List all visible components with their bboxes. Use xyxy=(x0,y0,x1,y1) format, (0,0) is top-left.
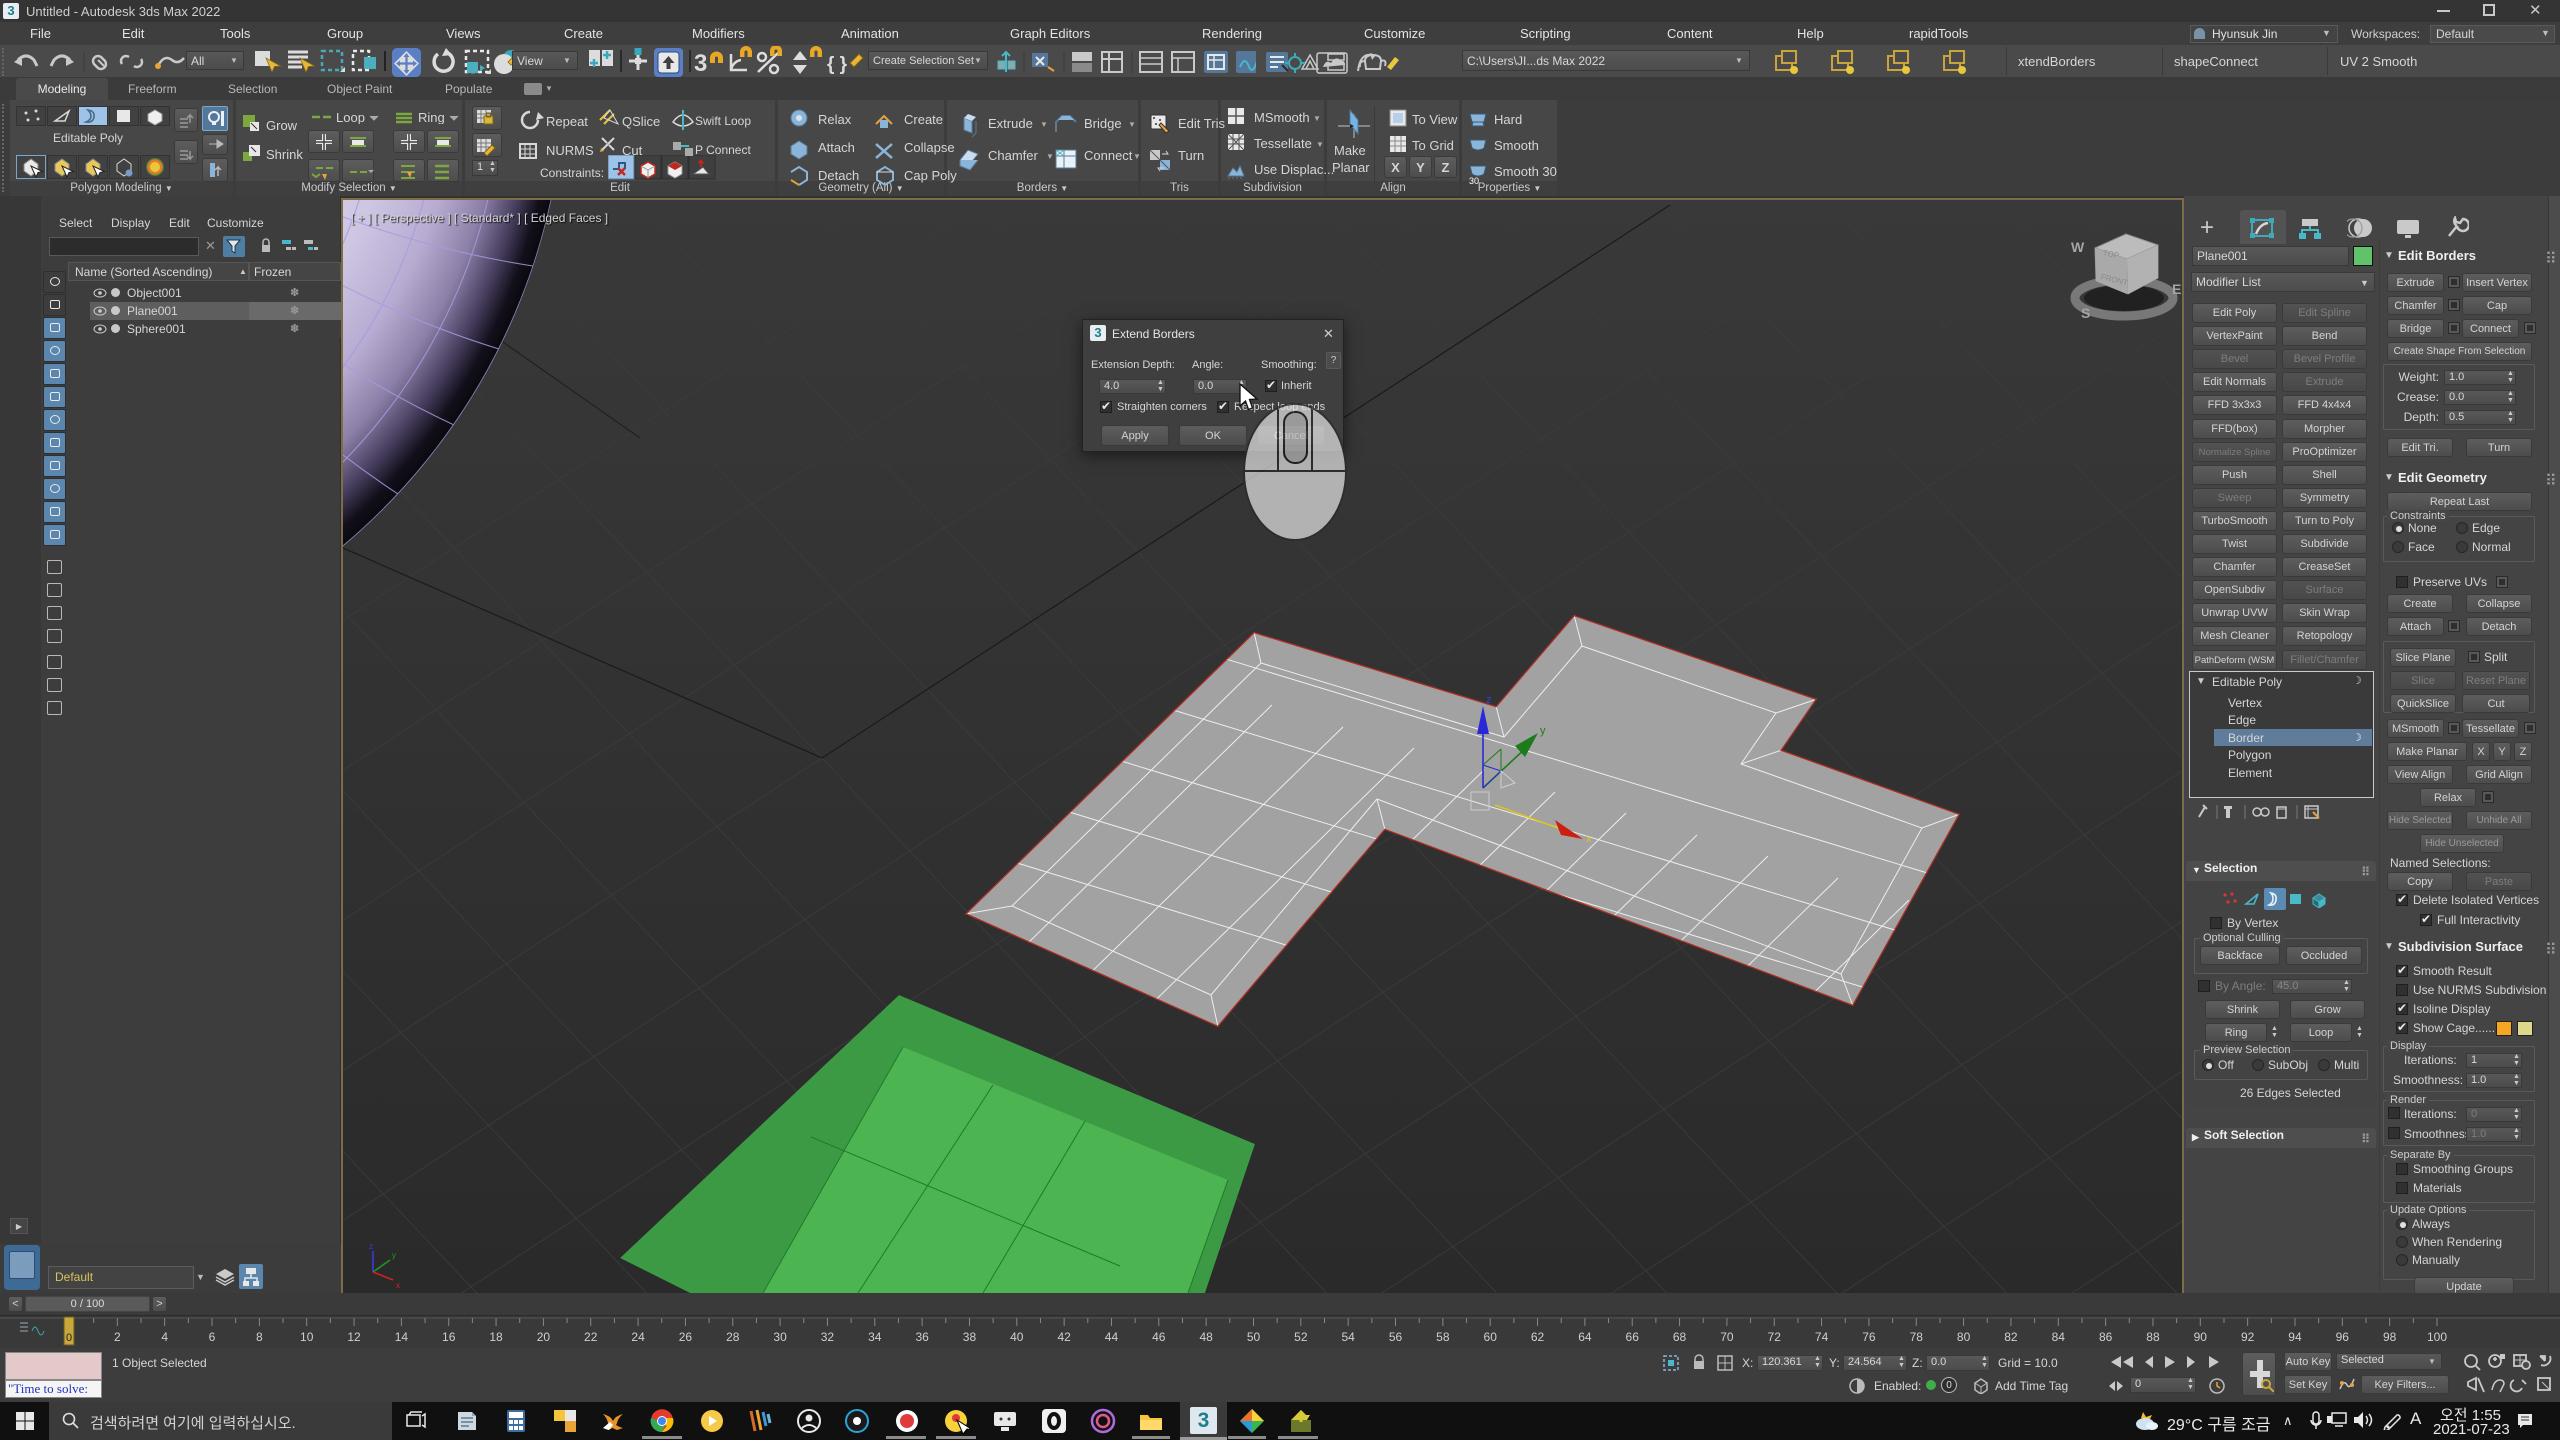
svg-text:58: 58 xyxy=(1436,1330,1450,1344)
svg-text:86: 86 xyxy=(2099,1330,2113,1344)
svg-text:52: 52 xyxy=(1294,1330,1308,1344)
svg-text:84: 84 xyxy=(2052,1330,2066,1344)
svg-text:22: 22 xyxy=(584,1330,598,1344)
svg-text:80: 80 xyxy=(1957,1330,1971,1344)
svg-text:70: 70 xyxy=(1720,1330,1734,1344)
svg-text:30: 30 xyxy=(773,1330,787,1344)
svg-text:72: 72 xyxy=(1768,1330,1782,1344)
svg-text:62: 62 xyxy=(1531,1330,1545,1344)
svg-text:3: 3 xyxy=(694,50,707,77)
svg-text:34: 34 xyxy=(868,1330,882,1344)
svg-text:44: 44 xyxy=(1105,1330,1119,1344)
svg-text:48: 48 xyxy=(1199,1330,1213,1344)
svg-text:42: 42 xyxy=(1057,1330,1071,1344)
svg-text:8: 8 xyxy=(256,1330,263,1344)
svg-text:64: 64 xyxy=(1578,1330,1592,1344)
svg-text:W: W xyxy=(2071,239,2085,255)
svg-text:54: 54 xyxy=(1342,1330,1356,1344)
svg-text:Ring: Ring xyxy=(418,110,445,124)
svg-text:y: y xyxy=(1540,725,1546,737)
svg-text:50: 50 xyxy=(1247,1330,1261,1344)
svg-text:2: 2 xyxy=(114,1330,121,1344)
svg-text:S: S xyxy=(2081,305,2090,321)
svg-text:20: 20 xyxy=(537,1330,551,1344)
svg-text:x: x xyxy=(1586,833,1592,845)
svg-text:100: 100 xyxy=(2427,1330,2447,1344)
svg-text:z: z xyxy=(1486,694,1492,706)
svg-text:74: 74 xyxy=(1815,1330,1829,1344)
svg-text:Loop: Loop xyxy=(336,110,365,124)
svg-text:x: x xyxy=(396,1281,400,1290)
svg-text:92: 92 xyxy=(2241,1330,2255,1344)
svg-text:32: 32 xyxy=(821,1330,835,1344)
svg-text:46: 46 xyxy=(1152,1330,1166,1344)
svg-text:z: z xyxy=(369,1242,373,1251)
svg-text:94: 94 xyxy=(2288,1330,2302,1344)
svg-text:6: 6 xyxy=(209,1330,216,1344)
svg-text:4: 4 xyxy=(161,1330,168,1344)
svg-text:36: 36 xyxy=(915,1330,929,1344)
svg-text:82: 82 xyxy=(2004,1330,2018,1344)
svg-text:40: 40 xyxy=(1010,1330,1024,1344)
svg-text:10: 10 xyxy=(300,1330,314,1344)
svg-text:E: E xyxy=(2172,281,2181,297)
svg-text:0: 0 xyxy=(66,1332,72,1344)
svg-text:88: 88 xyxy=(2146,1330,2160,1344)
svg-text:y: y xyxy=(392,1251,396,1260)
svg-text:98: 98 xyxy=(2383,1330,2397,1344)
svg-text:16: 16 xyxy=(442,1330,456,1344)
svg-text:68: 68 xyxy=(1673,1330,1687,1344)
svg-text:14: 14 xyxy=(395,1330,409,1344)
svg-text:76: 76 xyxy=(1862,1330,1876,1344)
svg-text:56: 56 xyxy=(1389,1330,1403,1344)
svg-text:90: 90 xyxy=(2194,1330,2208,1344)
svg-text:66: 66 xyxy=(1626,1330,1640,1344)
svg-text:26: 26 xyxy=(679,1330,693,1344)
svg-text:38: 38 xyxy=(963,1330,977,1344)
svg-text:28: 28 xyxy=(726,1330,740,1344)
svg-text:30: 30 xyxy=(1469,176,1479,184)
svg-text:60: 60 xyxy=(1484,1330,1498,1344)
svg-text:{ }: { } xyxy=(827,54,848,75)
svg-text:78: 78 xyxy=(1910,1330,1924,1344)
svg-text:96: 96 xyxy=(2336,1330,2350,1344)
svg-text:12: 12 xyxy=(347,1330,361,1344)
svg-text:18: 18 xyxy=(489,1330,503,1344)
svg-text:24: 24 xyxy=(631,1330,645,1344)
